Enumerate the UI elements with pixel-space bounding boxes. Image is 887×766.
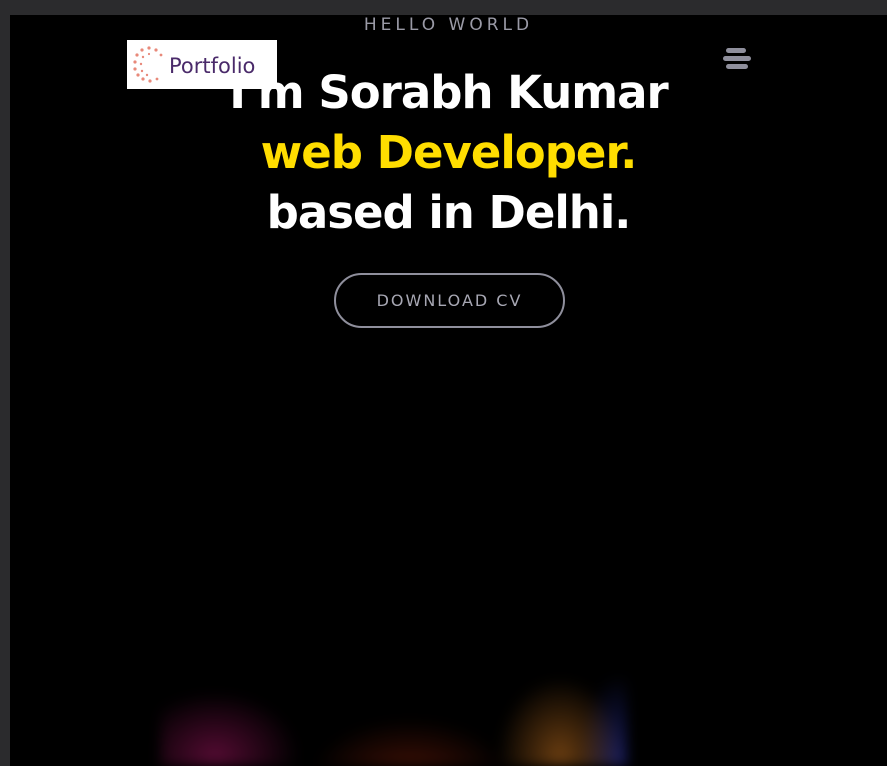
- site-logo[interactable]: Portfolio: [127, 40, 277, 89]
- download-cv-button[interactable]: DOWNLOAD CV: [334, 273, 565, 328]
- browser-frame: HELLO WORLD I'm Sorabh Kumar web Develop…: [0, 0, 887, 766]
- logo-mark-icon: [133, 46, 163, 83]
- hamburger-menu-button[interactable]: [723, 46, 753, 72]
- hero-heading: I'm Sorabh Kumar web Developer. based in…: [10, 63, 887, 243]
- hero-heading-role: web Developer.: [260, 126, 638, 179]
- background-glow: [160, 615, 627, 766]
- hero-section: HELLO WORLD I'm Sorabh Kumar web Develop…: [10, 15, 887, 766]
- hero-eyebrow: HELLO WORLD: [363, 15, 534, 35]
- window-left-edge: [0, 0, 10, 766]
- window-top-edge: [0, 0, 887, 15]
- hero-heading-location: based in Delhi.: [266, 186, 632, 239]
- logo-text: Portfolio: [169, 54, 256, 78]
